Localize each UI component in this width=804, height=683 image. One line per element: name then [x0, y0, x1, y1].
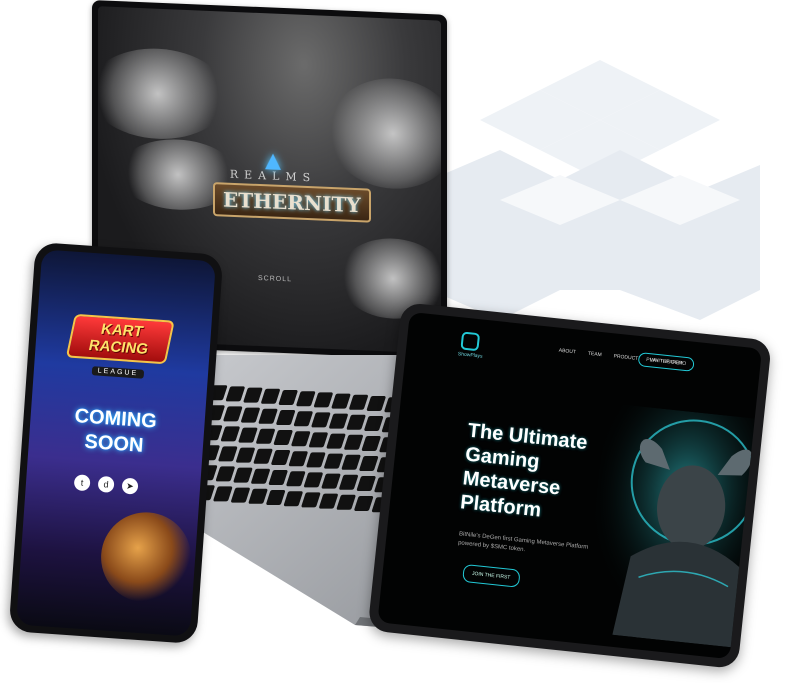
- keyboard-key: [321, 473, 341, 489]
- racer-character-image: [98, 509, 195, 606]
- keyboard-key: [366, 396, 386, 411]
- keyboard-key: [301, 492, 321, 508]
- telegram-icon[interactable]: ➤: [121, 477, 139, 495]
- keyboard-key: [215, 466, 235, 482]
- keyboard-key: [296, 391, 316, 407]
- keyboard-key: [256, 428, 275, 444]
- logo-main-text: ETHERNITY: [213, 182, 371, 223]
- crystal-icon: [265, 153, 281, 170]
- keyboard-key: [213, 486, 233, 502]
- phone-screen: KART RACING LEAGUE COMING SOON t d ➤: [16, 249, 216, 637]
- keyboard-key: [331, 393, 351, 409]
- keyboard-key: [236, 447, 255, 463]
- keyboard-key: [225, 386, 245, 402]
- kart-racing-logo: KART RACING LEAGUE: [65, 313, 175, 383]
- keyboard-key: [349, 394, 368, 410]
- keyboard-key: [293, 411, 313, 427]
- keyboard-key: [276, 410, 296, 425]
- keyboard-key: [278, 390, 298, 405]
- keyboard-key: [306, 452, 326, 468]
- brand-name: ShowPlays: [457, 351, 483, 360]
- cloud-decoration: [98, 45, 228, 142]
- keyboard-key: [268, 470, 288, 485]
- keyboard-key: [304, 472, 323, 488]
- keyboard-key: [243, 387, 263, 403]
- brand-logo[interactable]: ShowPlays: [457, 331, 483, 360]
- keyboard-key: [261, 388, 280, 404]
- hero-cta-button[interactable]: JOIN THE FIRST: [462, 563, 521, 588]
- cloud-decoration: [328, 75, 441, 192]
- keyboard-key: [311, 412, 331, 428]
- hero-description: BitNile's DeGen first Gaming Metaverse P…: [457, 531, 589, 554]
- keyboard-key: [223, 406, 243, 422]
- kart-logo-main: KART RACING: [65, 313, 175, 365]
- kart-logo-sub: LEAGUE: [91, 366, 145, 379]
- keyboard-key: [283, 491, 303, 507]
- keyboard-key: [364, 416, 384, 431]
- keyboard-key: [288, 451, 308, 467]
- realms-ethernity-logo: REALMS ETHERNITY: [213, 151, 371, 223]
- keyboard-key: [220, 426, 240, 442]
- tablet: ShowPlays ABOUT TEAM PRODUCT WHITEPAPER …: [367, 302, 772, 670]
- keyboard-key: [233, 467, 253, 483]
- coming-soon-heading: COMING SOON: [58, 403, 171, 461]
- twitter-icon[interactable]: t: [73, 474, 91, 492]
- keyboard-key: [231, 487, 250, 503]
- keyboard-key: [291, 431, 311, 447]
- keyboard-key: [251, 468, 270, 484]
- keyboard-key: [326, 433, 346, 449]
- keyboard-key: [359, 456, 379, 471]
- keyboard-key: [344, 434, 363, 450]
- keyboard-key: [308, 432, 328, 448]
- keyboard-key: [356, 476, 376, 491]
- minotaur-warrior-image: [582, 402, 763, 649]
- keyboard-key: [341, 454, 361, 470]
- social-links: t d ➤: [73, 474, 139, 495]
- keyboard-key: [241, 407, 260, 423]
- brand-icon: [460, 331, 481, 352]
- keyboard-key: [238, 427, 258, 443]
- keyboard-key: [218, 446, 238, 462]
- keyboard-key: [336, 494, 356, 510]
- keyboard-key: [346, 414, 366, 430]
- keyboard-key: [266, 490, 286, 505]
- nav-item-about[interactable]: ABOUT: [558, 348, 576, 356]
- keyboard-key: [324, 453, 343, 469]
- keyboard-key: [273, 430, 293, 445]
- keyboard-key: [339, 474, 359, 490]
- keyboard-key: [286, 471, 306, 487]
- keyboard-key: [248, 488, 268, 504]
- keyboard-key: [271, 450, 291, 465]
- nav-item-product[interactable]: PRODUCT: [613, 353, 638, 362]
- keyboard-key: [329, 413, 348, 429]
- discord-icon[interactable]: d: [97, 475, 115, 493]
- keyboard-key: [253, 448, 273, 464]
- keyboard-key: [258, 408, 278, 424]
- keyboard-key: [361, 436, 381, 451]
- keyboard-key: [313, 392, 333, 408]
- keyboard-key: [319, 493, 338, 509]
- play-demo-button[interactable]: PLAY THE DEMO: [637, 352, 695, 372]
- nav-item-team[interactable]: TEAM: [588, 351, 602, 358]
- scroll-hint: SCROLL: [258, 274, 293, 284]
- phone: KART RACING LEAGUE COMING SOON t d ➤: [8, 241, 224, 645]
- tablet-screen: ShowPlays ABOUT TEAM PRODUCT WHITEPAPER …: [377, 311, 763, 660]
- keyboard-key: [354, 496, 374, 511]
